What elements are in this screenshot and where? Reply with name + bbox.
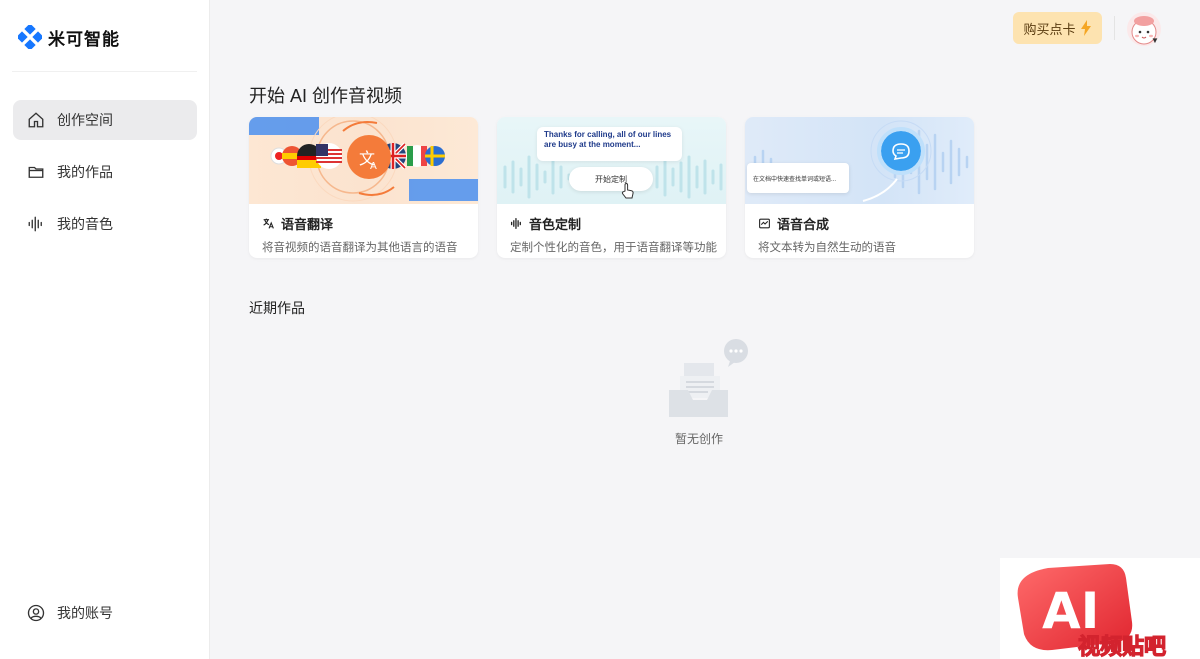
waveform-icon — [28, 216, 42, 232]
card-voice-customization[interactable]: Thanks for calling, all of our lines are… — [497, 117, 726, 258]
sidebar-nav: 创作空间 我的作品 我的音色 — [13, 100, 197, 256]
speech-bubble-text: Thanks for calling, all of our lines are… — [544, 130, 672, 149]
chart-icon — [759, 218, 770, 229]
sidebar-item-label: 我的作品 — [57, 164, 113, 180]
card-voice-translation[interactable]: 文 A 语音翻译 将音视频的语音翻译为其他语言的语音 — [249, 117, 478, 258]
lightning-icon — [1080, 20, 1091, 36]
sidebar-item-creation-space[interactable]: 创作空间 — [13, 100, 197, 140]
account-label: 我的账号 — [57, 605, 113, 621]
card-title: 语音翻译 — [281, 217, 334, 232]
sidebar-item-label: 我的音色 — [57, 216, 113, 232]
buy-credits-label: 购买点卡 — [1023, 21, 1076, 37]
logo-icon — [18, 25, 42, 49]
translate-icon — [263, 218, 274, 229]
start-customize-preview-button: 开始定制 — [569, 167, 653, 191]
watermark-subtitle: 视频贴吧 — [1078, 634, 1166, 659]
card-speech-synthesis[interactable]: 在文档中快速查找单词或短语... 语音合成 将文本转为自然生动的语音 — [745, 117, 974, 258]
watermark-title: AI — [1042, 582, 1099, 640]
sidebar-divider — [12, 71, 197, 72]
brand-name: 米可智能 — [48, 29, 120, 49]
card-title: 音色定制 — [529, 217, 582, 232]
header-separator — [1114, 16, 1115, 40]
svg-text:A: A — [370, 161, 377, 172]
feature-cards: 文 A 语音翻译 将音视频的语音翻译为其他语言的语音 Thanks for ca… — [249, 117, 974, 258]
card-voice-customization-image: Thanks for calling, all of our lines are… — [497, 117, 726, 204]
sidebar-item-my-works[interactable]: 我的作品 — [13, 152, 197, 192]
speech-bubble: Thanks for calling, all of our lines are… — [537, 127, 682, 161]
brand-logo[interactable]: 米可智能 — [18, 24, 120, 50]
card-title: 语音合成 — [777, 217, 830, 232]
empty-state: 暂无创作 — [660, 338, 760, 458]
page-title: 开始 AI 创作音视频 — [249, 86, 403, 106]
card-description: 定制个性化的音色，用于语音翻译等功能 — [510, 242, 717, 254]
card-description: 将文本转为自然生动的语音 — [758, 242, 896, 254]
watermark-logo: AI 视频贴吧 — [1017, 564, 1167, 659]
text-input-preview: 在文档中快速查找单词或短语... — [747, 163, 849, 193]
text-input-preview-text: 在文档中快速查找单词或短语... — [753, 176, 837, 183]
empty-inbox-icon — [669, 339, 748, 417]
avatar-dropdown-icon[interactable]: ▼ — [1151, 36, 1159, 45]
sidebar-item-my-voices[interactable]: 我的音色 — [13, 204, 197, 244]
folder-icon — [28, 166, 44, 178]
waveform-icon — [510, 217, 521, 230]
sidebar-item-label: 创作空间 — [57, 112, 113, 128]
sidebar: 米可智能 创作空间 我的作品 我的音色 我的账号 — [0, 0, 210, 659]
translation-illustration: 文 A — [249, 117, 478, 202]
home-icon — [28, 112, 44, 128]
card-voice-translation-image: 文 A — [249, 117, 478, 204]
hand-pointer-icon — [621, 183, 634, 199]
card-speech-synthesis-image: 在文档中快速查找单词或短语... — [745, 117, 974, 204]
watermark: AI 视频贴吧 — [1000, 558, 1200, 659]
recent-works-title: 近期作品 — [249, 300, 305, 316]
user-circle-icon — [27, 604, 45, 622]
sidebar-item-my-account[interactable]: 我的账号 — [13, 593, 197, 633]
empty-state-text: 暂无创作 — [674, 432, 723, 446]
card-description: 将音视频的语音翻译为其他语言的语音 — [262, 242, 458, 254]
buy-credits-button[interactable]: 购买点卡 — [1013, 12, 1102, 44]
